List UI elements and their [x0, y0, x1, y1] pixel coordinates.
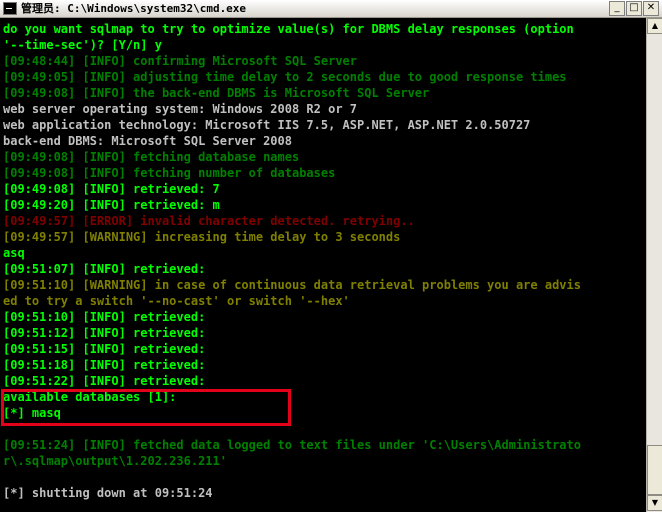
console-line: web application technology: Microsoft II…	[3, 118, 531, 132]
console-line: [09:51:07] [INFO] retrieved:	[3, 262, 206, 276]
console-line: r\.sqlmap\output\1.202.236.211'	[3, 454, 227, 468]
console-line: [09:51:12] [INFO] retrieved:	[3, 326, 206, 340]
console-line: ed to try a switch '--no-cast' or switch…	[3, 294, 350, 308]
title-bar[interactable]: 管理员: C:\Windows\system32\cmd.exe _ □ ✕	[0, 0, 662, 18]
console-line: [09:51:22] [INFO] retrieved:	[3, 374, 206, 388]
console-line: do you want sqlmap to try to optimize va…	[3, 22, 574, 36]
console-line: [09:49:08] [INFO] fetching number of dat…	[3, 166, 336, 180]
console-line: [09:49:08] [INFO] retrieved: 7	[3, 182, 220, 196]
vertical-scrollbar[interactable]: ▲ ▼	[646, 18, 662, 512]
maximize-button[interactable]: □	[626, 1, 642, 16]
console-line: [*] shutting down at 09:51:24	[3, 486, 213, 500]
console-line: [09:48:44] [INFO] confirming Microsoft S…	[3, 54, 358, 68]
console-line: [09:49:08] [INFO] the back-end DBMS is M…	[3, 86, 430, 100]
minimize-button[interactable]: _	[609, 1, 625, 16]
scroll-up-icon[interactable]: ▲	[647, 18, 662, 34]
scroll-thumb[interactable]	[647, 445, 662, 495]
console-line: asq	[3, 246, 25, 260]
console-line: [09:49:57] [ERROR] invalid character det…	[3, 214, 415, 228]
console-line: [09:51:10] [INFO] retrieved:	[3, 310, 206, 324]
console-line: [09:51:24] [INFO] fetched data logged to…	[3, 438, 581, 452]
console-line: [09:51:10] [WARNING] in case of continuo…	[3, 278, 581, 292]
scroll-down-icon[interactable]: ▼	[647, 495, 662, 511]
window-title: 管理员: C:\Windows\system32\cmd.exe	[21, 2, 247, 15]
console-line: [09:49:05] [INFO] adjusting time delay t…	[3, 70, 567, 84]
console-output[interactable]: do you want sqlmap to try to optimize va…	[0, 18, 646, 512]
console-line: '--time-sec')? [Y/n] y	[3, 38, 162, 52]
console-line: [09:51:15] [INFO] retrieved:	[3, 342, 206, 356]
close-button[interactable]: ✕	[643, 1, 659, 16]
console-line: [09:49:57] [WARNING] increasing time del…	[3, 230, 401, 244]
console-line: [09:49:20] [INFO] retrieved: m	[3, 198, 220, 212]
console-line: [09:49:08] [INFO] fetching database name…	[3, 150, 300, 164]
console-line: back-end DBMS: Microsoft SQL Server 2008	[3, 134, 292, 148]
console-line: web server operating system: Windows 200…	[3, 102, 358, 116]
console-line: [09:51:18] [INFO] retrieved:	[3, 358, 206, 372]
highlight-box	[1, 389, 291, 426]
cmd-window: 管理员: C:\Windows\system32\cmd.exe _ □ ✕ d…	[0, 0, 662, 512]
cmd-icon	[3, 2, 17, 15]
